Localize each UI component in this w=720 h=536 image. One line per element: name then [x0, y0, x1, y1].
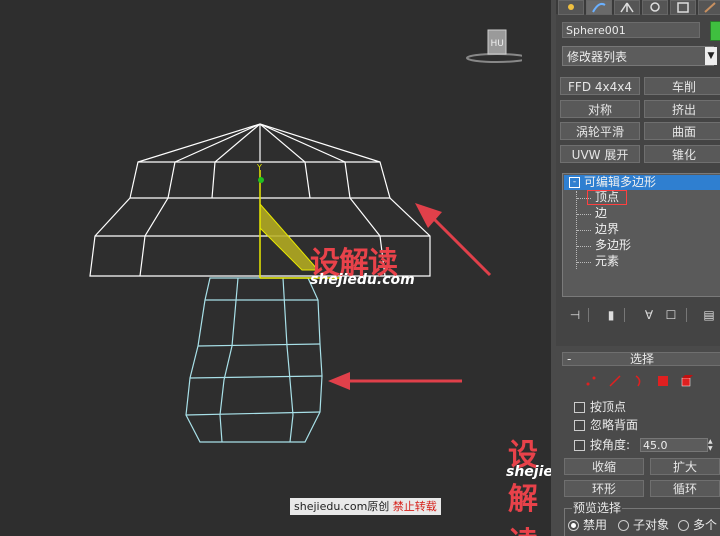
stack-item-border[interactable]: 边界: [595, 222, 619, 237]
modifier-list-dropdown[interactable]: 修改器列表 ▼: [562, 46, 717, 66]
pin-stack-icon[interactable]: ⊣: [566, 306, 584, 324]
selection-rollout: - 选择 按顶点 忽略背面 按角度: 45.0 ▲ ▼ 收缩 扩大 环形 循环 预…: [556, 346, 720, 536]
watermark-url: shejiedu.com: [310, 272, 415, 288]
ring-button[interactable]: 环形: [564, 480, 644, 497]
by-vertex-label: 按顶点: [590, 400, 627, 414]
modifier-button-uvw-unwrap[interactable]: UVW 展开: [560, 145, 640, 163]
shrink-button[interactable]: 收缩: [564, 458, 644, 475]
modifier-button-extrude[interactable]: 挤出: [644, 100, 720, 118]
stack-tools: ⊣ ▮ ∀ ☐ ▤: [562, 306, 720, 324]
preview-off-label: 禁用: [583, 518, 608, 532]
viewcube[interactable]: HU: [466, 28, 522, 64]
border-mode-icon[interactable]: [632, 374, 646, 388]
vertex-mode-icon[interactable]: [584, 374, 598, 388]
modifier-button-lathe[interactable]: 车削: [644, 77, 720, 95]
watermark-url-2: shejiedu.com: [506, 464, 551, 480]
command-panel: Sphere001 修改器列表 ▼ FFD 4x4x4 车削 对称 挤出 涡轮平…: [556, 0, 720, 536]
preview-subobject-radio-row[interactable]: 子对象: [618, 518, 669, 532]
make-unique-icon[interactable]: ∀: [640, 306, 658, 324]
display-tab-icon[interactable]: [670, 0, 696, 15]
by-vertex-checkbox[interactable]: [574, 402, 585, 413]
modifier-button-symmetry[interactable]: 对称: [560, 100, 640, 118]
modifier-button-taper[interactable]: 锥化: [644, 145, 720, 163]
viewport-perspective[interactable]: Y HU 设解读 shejiedu.com 设解读 shejiedu.com s…: [0, 0, 551, 536]
rollout-collapse-icon: -: [567, 352, 572, 366]
remove-modifier-icon[interactable]: ☐: [662, 306, 680, 324]
modifier-button-ffd[interactable]: FFD 4x4x4: [560, 77, 640, 95]
mushroom-stem-wireframe[interactable]: [185, 277, 323, 443]
stack-root-label: 可编辑多边形: [584, 175, 657, 189]
modifier-stack[interactable]: - 可编辑多边形 顶点 边 边界 多边形 元素: [562, 173, 720, 297]
command-panel-tabs: [556, 0, 720, 15]
tool-separator: [686, 308, 687, 322]
ignore-backface-checkbox[interactable]: [574, 420, 585, 431]
tree-branch: [577, 230, 591, 231]
subobject-icons: [584, 374, 714, 388]
ignore-backface-checkbox-row[interactable]: 忽略背面: [574, 418, 638, 432]
show-end-result-icon[interactable]: ▮: [602, 306, 620, 324]
viewport-scene[interactable]: Y: [0, 0, 551, 536]
chevron-down-icon: ▼: [705, 47, 717, 65]
angle-spinner-arrows[interactable]: ▲ ▼: [708, 438, 716, 452]
polygon-mode-icon[interactable]: [656, 374, 670, 388]
angle-spinner-field[interactable]: 45.0: [640, 438, 708, 452]
ignore-backface-label: 忽略背面: [590, 418, 639, 432]
credit-banner: shejiedu.com原创 禁止转载: [290, 498, 441, 515]
preview-selection-title: 预览选择: [572, 501, 623, 515]
preview-off-radio[interactable]: [568, 520, 579, 531]
stack-item-edge[interactable]: 边: [595, 206, 607, 221]
grow-button[interactable]: 扩大: [650, 458, 720, 475]
modify-tab-curve-icon[interactable]: [586, 0, 612, 15]
tree-branch: [577, 262, 591, 263]
preview-multi-radio-row[interactable]: 多个: [678, 518, 717, 532]
tool-separator: [624, 308, 625, 322]
stack-item-vertex[interactable]: 顶点: [595, 190, 619, 205]
preview-off-radio-row[interactable]: 禁用: [568, 518, 607, 532]
object-name-field[interactable]: Sphere001: [562, 22, 700, 38]
preview-multi-label: 多个: [693, 518, 718, 532]
tool-separator: [588, 308, 589, 322]
motion-tab-icon[interactable]: [642, 0, 668, 15]
by-angle-checkbox[interactable]: [574, 440, 585, 451]
create-tab-sun-icon[interactable]: [558, 0, 584, 15]
edge-mode-icon[interactable]: [608, 374, 622, 388]
configure-modifier-sets-icon[interactable]: ▤: [700, 306, 718, 324]
annotation-arrow-stem: [328, 372, 462, 390]
stack-item-element[interactable]: 元素: [595, 254, 619, 269]
tree-branch: [577, 246, 591, 247]
modifier-list-label: 修改器列表: [567, 50, 628, 64]
collapse-toggle-icon[interactable]: -: [569, 177, 580, 188]
modifier-button-surface[interactable]: 曲面: [644, 122, 720, 140]
credit-forbid: 禁止转载: [392, 500, 437, 513]
hierarchy-tab-icon[interactable]: [614, 0, 640, 15]
watermark-logo-2: 设解读: [508, 438, 538, 536]
credit-original: 原创: [367, 500, 390, 513]
gizmo-axis-label: Y: [256, 163, 262, 172]
modifier-button-turbosmooth[interactable]: 涡轮平滑: [560, 122, 640, 140]
stack-item-editable-poly[interactable]: - 可编辑多边形: [564, 175, 720, 190]
by-angle-label: 按角度:: [590, 438, 631, 452]
preview-subobject-radio[interactable]: [618, 520, 629, 531]
preview-multi-radio[interactable]: [678, 520, 689, 531]
annotation-arrow-cap: [415, 203, 492, 277]
utilities-tab-wrench-icon[interactable]: [698, 0, 720, 15]
object-color-swatch[interactable]: [710, 21, 720, 41]
credit-site: shejiedu.com: [294, 500, 368, 513]
element-mode-icon[interactable]: [680, 374, 694, 388]
by-vertex-checkbox-row[interactable]: 按顶点: [574, 400, 626, 414]
viewcube-label: HU: [491, 39, 504, 49]
loop-button[interactable]: 循环: [650, 480, 720, 497]
stack-item-polygon[interactable]: 多边形: [595, 238, 631, 253]
preview-subobject-label: 子对象: [633, 518, 670, 532]
selection-rollout-header[interactable]: - 选择: [562, 352, 720, 366]
by-angle-checkbox-row[interactable]: 按角度:: [574, 438, 630, 452]
selection-title: 选择: [629, 352, 654, 366]
tree-branch: [577, 214, 591, 215]
